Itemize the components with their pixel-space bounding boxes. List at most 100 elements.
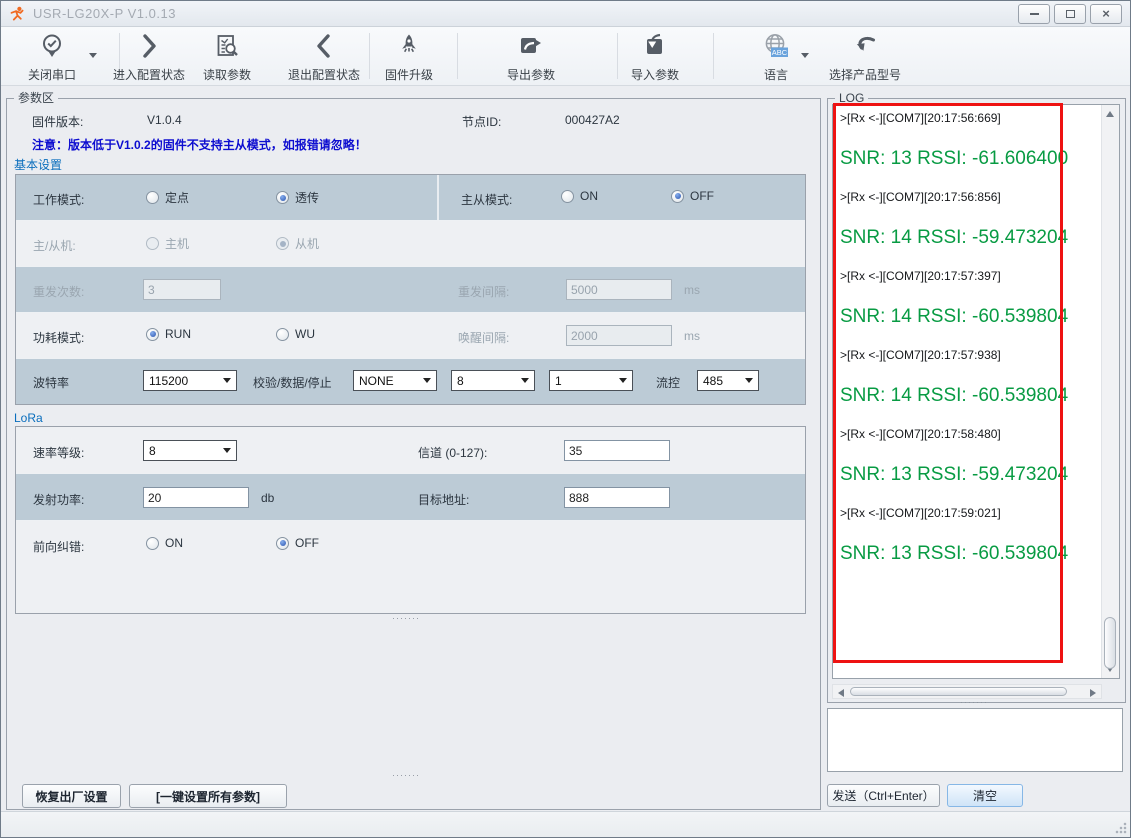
rate-select[interactable]: 8 bbox=[143, 440, 237, 461]
chevron-down-icon bbox=[423, 378, 431, 383]
flow-label: 流控 bbox=[656, 374, 680, 391]
toolbar-select-model-button[interactable]: 选择产品型号 bbox=[819, 30, 911, 86]
uart-row: 波特率 115200 校验/数据/停止 NONE 8 1 流控 485 bbox=[16, 359, 805, 404]
radio-label: ON bbox=[580, 189, 598, 203]
master-slave-label: 主从模式: bbox=[461, 191, 512, 208]
fec-option-on[interactable]: ON bbox=[146, 536, 183, 550]
svg-text:ABC: ABC bbox=[772, 48, 788, 57]
set-all-params-button[interactable]: [一键设置所有参数] bbox=[129, 784, 287, 808]
radio-icon bbox=[146, 191, 159, 204]
master-slave-option-off[interactable]: OFF bbox=[671, 189, 714, 203]
maximize-button[interactable] bbox=[1054, 4, 1086, 24]
log-vertical-scrollbar[interactable] bbox=[1101, 105, 1119, 678]
master-slave-option-on[interactable]: ON bbox=[561, 189, 598, 203]
power-mode-option-run[interactable]: RUN bbox=[146, 327, 191, 341]
radio-label: ON bbox=[165, 536, 183, 550]
toolbar-close-serial-button[interactable]: 关闭串口 bbox=[14, 30, 90, 86]
close-button[interactable]: × bbox=[1090, 4, 1122, 24]
log-groupbox: LOG >[Rx <-][COM7][20:17:56:669]SNR: 13 … bbox=[827, 98, 1126, 703]
host-slave-option-slave[interactable]: 从机 bbox=[276, 235, 319, 252]
params-groupbox: 参数区 固件版本: V1.0.4 节点ID: 000427A2 注意：版本低于V… bbox=[6, 98, 821, 810]
send-button[interactable]: 发送（Ctrl+Enter） bbox=[827, 784, 940, 807]
host-slave-label: 主/从机: bbox=[33, 237, 76, 254]
vertical-scroll-thumb[interactable] bbox=[1104, 617, 1116, 669]
target-addr-input[interactable]: 888 bbox=[564, 487, 670, 508]
power-mode-option-wu[interactable]: WU bbox=[276, 327, 315, 341]
parity-select[interactable]: NONE bbox=[353, 370, 437, 391]
radio-icon bbox=[276, 328, 289, 341]
work-mode-option-fixed[interactable]: 定点 bbox=[146, 189, 189, 206]
toolbar-exit-config-button[interactable]: 退出配置状态 bbox=[278, 30, 370, 86]
serial-pin-check-icon bbox=[39, 33, 65, 59]
radio-label: OFF bbox=[295, 536, 319, 550]
toolbar-export-params-button[interactable]: 导出参数 bbox=[495, 30, 567, 86]
radio-checked-icon bbox=[276, 537, 289, 550]
host-slave-option-host[interactable]: 主机 bbox=[146, 235, 189, 252]
work-mode-option-transparent[interactable]: 透传 bbox=[276, 189, 319, 206]
wake-interval-input[interactable]: 2000 bbox=[566, 325, 672, 346]
language-dropdown-arrow-icon[interactable] bbox=[801, 53, 809, 58]
clear-button[interactable]: 清空 bbox=[947, 784, 1023, 807]
toolbar-exit-config-label: 退出配置状态 bbox=[288, 66, 360, 83]
data-bits-select[interactable]: 8 bbox=[451, 370, 535, 391]
toolbar-enter-config-button[interactable]: 进入配置状态 bbox=[102, 30, 196, 86]
radio-label: RUN bbox=[165, 327, 191, 341]
log-entry: >[Rx <-][COM7][20:17:56:856] SNR: 14 RSSI… bbox=[840, 190, 1095, 249]
factory-reset-button[interactable]: 恢复出厂设置 bbox=[22, 784, 121, 808]
scroll-right-icon[interactable] bbox=[1090, 689, 1096, 697]
log-content: >[Rx <-][COM7][20:17:56:669]SNR: 13 RSSI… bbox=[833, 105, 1102, 678]
channel-input[interactable]: 35 bbox=[564, 440, 670, 461]
toolbar-separator bbox=[457, 33, 458, 79]
doc-magnifier-icon bbox=[214, 33, 240, 59]
basic-settings-section-label: 基本设置 bbox=[14, 156, 62, 173]
splitter-handle[interactable]: ······· bbox=[392, 770, 420, 780]
resize-grip-icon[interactable] bbox=[1115, 822, 1127, 834]
firmware-notice: 注意：版本低于V1.0.2的固件不支持主从模式，如报错请忽略！ bbox=[32, 136, 367, 153]
radio-label: 透传 bbox=[295, 189, 319, 206]
log-entry-meta: >[Rx <-][COM7][20:17:57:397] bbox=[840, 269, 1095, 284]
fec-option-off[interactable]: OFF bbox=[276, 536, 319, 550]
window-title: USR-LG20X-P V1.0.13 bbox=[33, 6, 176, 21]
firmware-label: 固件版本: bbox=[32, 113, 83, 130]
radio-checked-icon bbox=[276, 237, 289, 250]
toolbar-language-button[interactable]: ABC 语言 bbox=[747, 30, 805, 86]
toolbar-firmware-upgrade-button[interactable]: 固件升级 bbox=[373, 30, 445, 86]
log-viewport[interactable]: >[Rx <-][COM7][20:17:56:669]SNR: 13 RSSI… bbox=[832, 104, 1120, 679]
resend-interval-input[interactable]: 5000 bbox=[566, 279, 672, 300]
usr-runner-icon bbox=[9, 6, 25, 22]
export-icon bbox=[517, 33, 545, 59]
minimize-button[interactable] bbox=[1018, 4, 1050, 24]
toolbar: 关闭串口 进入配置状态 读取参数 退出配置状态 bbox=[1, 27, 1130, 86]
log-entry-data: SNR: 14 RSSI: -59.473204 bbox=[840, 227, 1095, 249]
stop-bits-select[interactable]: 1 bbox=[549, 370, 633, 391]
radio-icon bbox=[146, 237, 159, 250]
basic-settings-box: 工作模式: 定点 透传 主从模式: ON OFF bbox=[15, 174, 806, 405]
resend-count-input[interactable]: 3 bbox=[143, 279, 221, 300]
wake-interval-label: 唤醒间隔: bbox=[458, 329, 509, 346]
tx-power-row: 发射功率: 20 db 目标地址: 888 bbox=[16, 474, 805, 521]
chevron-down-icon bbox=[745, 378, 753, 383]
baud-select[interactable]: 115200 bbox=[143, 370, 237, 391]
radio-checked-icon bbox=[671, 190, 684, 203]
toolbar-read-params-button[interactable]: 读取参数 bbox=[191, 30, 263, 86]
toolbar-language-label: 语言 bbox=[764, 66, 788, 83]
tx-power-input[interactable]: 20 bbox=[143, 487, 249, 508]
horizontal-scroll-thumb[interactable] bbox=[850, 687, 1067, 696]
lora-section-label: LoRa bbox=[14, 411, 43, 425]
serial-dropdown-arrow-icon[interactable] bbox=[89, 53, 97, 58]
toolbar-select-model-label: 选择产品型号 bbox=[829, 66, 901, 83]
node-id-label: 节点ID: bbox=[462, 113, 501, 130]
undo-arrow-icon bbox=[852, 33, 878, 59]
log-entry-meta: >[Rx <-][COM7][20:17:56:856] bbox=[840, 190, 1095, 205]
rate-label: 速率等级: bbox=[33, 444, 84, 461]
splitter-handle[interactable]: ······· bbox=[960, 697, 988, 707]
radio-label: WU bbox=[295, 327, 315, 341]
scroll-left-icon[interactable] bbox=[838, 689, 844, 697]
scroll-up-icon[interactable] bbox=[1106, 111, 1114, 117]
app-window: USR-LG20X-P V1.0.13 × 关闭串口 进入配置状态 bbox=[0, 0, 1131, 838]
toolbar-import-params-button[interactable]: 导入参数 bbox=[619, 30, 691, 86]
splitter-handle[interactable]: ······· bbox=[392, 613, 420, 623]
send-input[interactable] bbox=[827, 708, 1123, 772]
chevron-right-icon bbox=[136, 33, 162, 59]
flow-select[interactable]: 485 bbox=[697, 370, 759, 391]
